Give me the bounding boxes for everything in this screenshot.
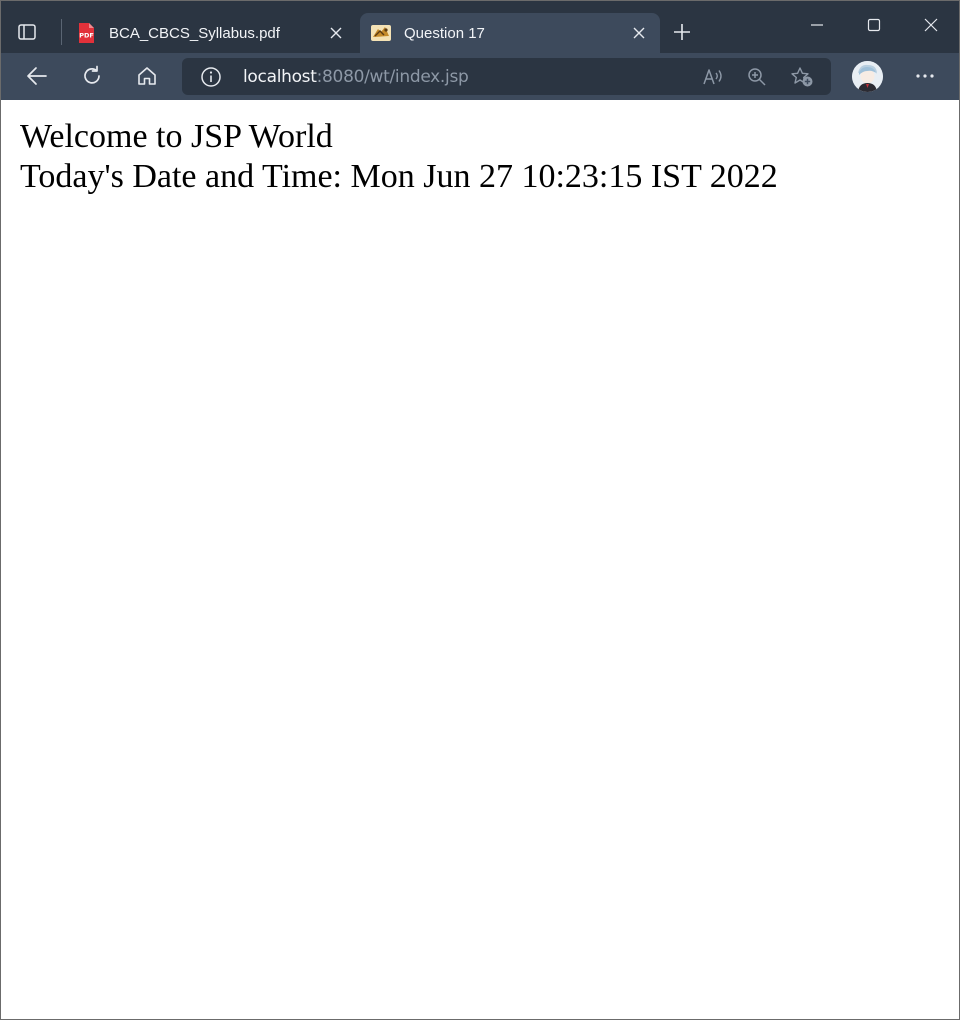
- home-icon: [138, 67, 156, 85]
- add-favorite-button[interactable]: [790, 65, 814, 89]
- info-icon[interactable]: [200, 66, 222, 88]
- settings-more-button[interactable]: [907, 61, 943, 91]
- tab-actions-icon: [18, 24, 36, 40]
- star-add-icon: [791, 67, 813, 87]
- tab-strip: PDF BCA_CBCS_Syllabus.pdf Question 17: [1, 1, 959, 53]
- maximize-icon: [867, 18, 881, 32]
- minimize-button[interactable]: [797, 9, 837, 41]
- home-button[interactable]: [129, 59, 165, 93]
- refresh-button[interactable]: [74, 59, 110, 93]
- arrow-left-icon: [27, 67, 47, 85]
- zoom-button[interactable]: [745, 65, 769, 89]
- plus-icon: [674, 24, 690, 40]
- close-icon: [633, 27, 645, 39]
- pdf-icon: PDF: [75, 22, 97, 44]
- zoom-in-icon: [748, 68, 766, 86]
- navigation-toolbar: localhost:8080/wt/index.jsp: [1, 53, 959, 100]
- svg-text:PDF: PDF: [79, 32, 94, 40]
- minimize-icon: [811, 24, 823, 26]
- back-button[interactable]: [19, 59, 55, 93]
- address-bar[interactable]: localhost:8080/wt/index.jsp: [182, 58, 831, 95]
- url-text[interactable]: localhost:8080/wt/index.jsp: [243, 67, 469, 87]
- url-host: localhost: [243, 67, 317, 87]
- browser-window: PDF BCA_CBCS_Syllabus.pdf Question 17 lo…: [0, 0, 960, 1020]
- tab-pdf[interactable]: PDF BCA_CBCS_Syllabus.pdf: [65, 13, 357, 53]
- new-tab-button[interactable]: [667, 17, 697, 47]
- tab-question-17[interactable]: Question 17: [360, 13, 660, 53]
- date-time-text: Today's Date and Time: Mon Jun 27 10:23:…: [20, 158, 778, 195]
- close-icon: [330, 27, 342, 39]
- tab-title: Question 17: [404, 24, 485, 42]
- tab-actions-button[interactable]: [9, 15, 45, 49]
- maximize-button[interactable]: [854, 9, 894, 41]
- url-path: :8080/wt/index.jsp: [316, 67, 469, 87]
- close-icon: [924, 18, 938, 32]
- profile-avatar[interactable]: [852, 61, 883, 92]
- refresh-icon: [84, 65, 100, 84]
- tab-separator: [61, 19, 62, 45]
- read-aloud-icon: [703, 69, 722, 85]
- tab-close-button[interactable]: [624, 18, 654, 48]
- avatar-icon: [852, 61, 883, 92]
- read-aloud-button[interactable]: [701, 65, 725, 89]
- tab-title: BCA_CBCS_Syllabus.pdf: [109, 24, 280, 42]
- welcome-text: Welcome to JSP World: [20, 118, 333, 155]
- tab-close-button[interactable]: [321, 18, 351, 48]
- more-horizontal-icon: [916, 74, 934, 78]
- close-window-button[interactable]: [911, 9, 951, 41]
- page-content: Welcome to JSP World Today's Date and Ti…: [1, 100, 959, 1019]
- tomcat-icon: [370, 22, 392, 44]
